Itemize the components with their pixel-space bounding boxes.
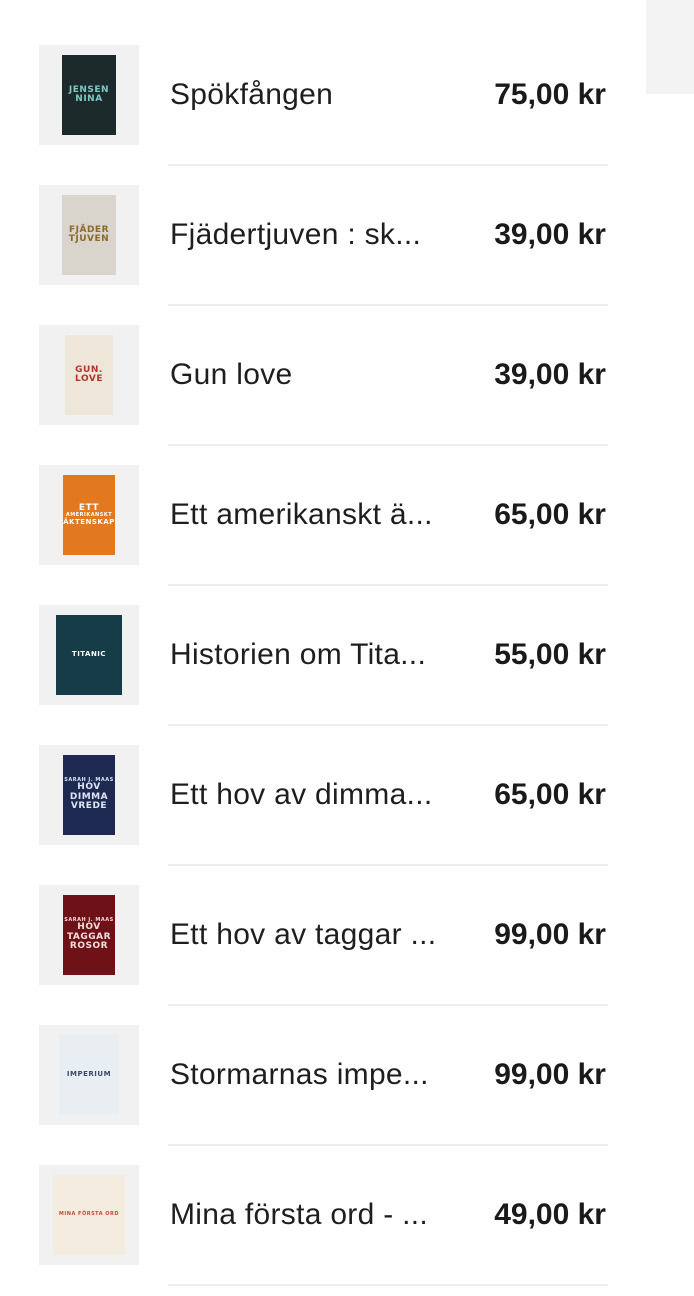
cover-text: TJUVEN — [68, 234, 110, 244]
product-price: 39,00 kr — [494, 218, 606, 251]
product-price: 55,00 kr — [494, 638, 606, 671]
product-title[interactable]: Ett hov av taggar ... — [170, 915, 452, 955]
cover-text: NINA — [75, 94, 103, 104]
product-title[interactable]: Spökfången — [170, 75, 452, 115]
product-thumbnail[interactable]: FJÄDER TJUVEN — [39, 185, 139, 285]
product-title[interactable]: Historien om Tita... — [170, 635, 452, 675]
product-price: 99,00 kr — [494, 1058, 606, 1091]
cover-text: LOVE — [75, 374, 103, 384]
list-item[interactable]: MINA FÖRSTA ORD Mina första ord - ... 49… — [0, 1120, 646, 1286]
product-title[interactable]: Stormarnas impe... — [170, 1055, 452, 1095]
book-cover-thorns-icon: SARAH J. MAAS HOV TAGGAR ROSOR — [63, 895, 115, 975]
book-cover-feather-icon: FJÄDER TJUVEN — [62, 195, 116, 275]
product-price: 65,00 kr — [494, 778, 606, 811]
product-title[interactable]: Fjädertjuven : sk... — [170, 215, 452, 255]
divider — [168, 1284, 608, 1286]
scrollbar-track[interactable] — [646, 0, 694, 94]
book-cover-gun-love-icon: GUN. LOVE — [65, 335, 113, 415]
list-item[interactable]: ETT AMERIKANSKT ÄKTENSKAP Ett amerikanskt … — [0, 420, 646, 586]
product-thumbnail[interactable]: TITANIC — [39, 605, 139, 705]
cover-text: VREDE — [70, 801, 108, 812]
list-item[interactable]: JENSEN NINA Spökfången 75,00 kr — [0, 0, 646, 166]
product-title[interactable]: Gun love — [170, 355, 452, 395]
cover-text: ROSOR — [69, 941, 109, 952]
product-price: 75,00 kr — [494, 78, 606, 111]
list-item[interactable]: TITANIC Historien om Tita... 55,00 kr — [0, 560, 646, 726]
product-thumbnail[interactable]: MINA FÖRSTA ORD — [39, 1165, 139, 1265]
list-item[interactable]: IMPERIUM Stormarnas impe... 99,00 kr — [0, 980, 646, 1146]
product-thumbnail[interactable]: IMPERIUM — [39, 1025, 139, 1125]
product-title[interactable]: Mina första ord - ... — [170, 1195, 452, 1235]
book-cover-mist-icon: SARAH J. MAAS HOV DIMMA VREDE — [63, 755, 115, 835]
product-price: 99,00 kr — [494, 918, 606, 951]
product-price: 39,00 kr — [494, 358, 606, 391]
book-cover-empire-icon: IMPERIUM — [59, 1035, 119, 1115]
book-cover-first-words-icon: MINA FÖRSTA ORD — [53, 1175, 125, 1255]
product-title[interactable]: Ett hov av dimma... — [170, 775, 452, 815]
product-thumbnail[interactable]: ETT AMERIKANSKT ÄKTENSKAP — [39, 465, 139, 565]
cover-text: MINA FÖRSTA ORD — [58, 1211, 120, 1218]
cover-text: IMPERIUM — [66, 1070, 112, 1079]
product-title[interactable]: Ett amerikanskt ä... — [170, 495, 452, 535]
book-cover-marriage-icon: ETT AMERIKANSKT ÄKTENSKAP — [63, 475, 115, 555]
product-thumbnail[interactable]: JENSEN NINA — [39, 45, 139, 145]
list-item[interactable]: FJÄDER TJUVEN Fjädertjuven : sk... 39,00 … — [0, 140, 646, 306]
cover-text: ÄKTENSKAP — [63, 517, 115, 526]
cover-text: TITANIC — [71, 650, 107, 659]
product-price: 49,00 kr — [494, 1198, 606, 1231]
product-thumbnail[interactable]: SARAH J. MAAS HOV TAGGAR ROSOR — [39, 885, 139, 985]
product-thumbnail[interactable]: SARAH J. MAAS HOV DIMMA VREDE — [39, 745, 139, 845]
book-cover-thriller-icon: JENSEN NINA — [62, 55, 116, 135]
list-item[interactable]: SARAH J. MAAS HOV DIMMA VREDE Ett hov av di… — [0, 700, 646, 866]
product-price: 65,00 kr — [494, 498, 606, 531]
book-cover-titanic-icon: TITANIC — [56, 615, 122, 695]
list-item[interactable]: GUN. LOVE Gun love 39,00 kr — [0, 280, 646, 446]
list-item[interactable]: SARAH J. MAAS HOV TAGGAR ROSOR Ett hov av t… — [0, 840, 646, 1006]
product-thumbnail[interactable]: GUN. LOVE — [39, 325, 139, 425]
